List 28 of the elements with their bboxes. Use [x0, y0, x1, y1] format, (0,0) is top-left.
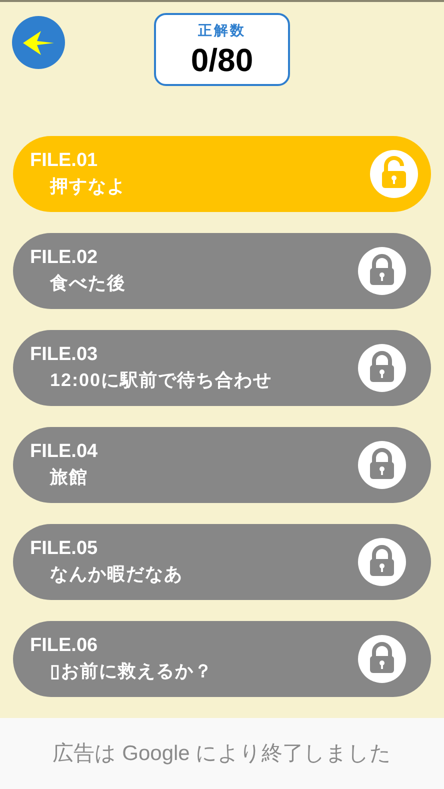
file-number: FILE.01	[30, 149, 99, 173]
score-value: 0/80	[190, 41, 254, 79]
file-title: ▯お前に救えるか？	[49, 660, 214, 683]
file-number: FILE.02	[30, 246, 99, 270]
file-title: 12:00に駅前で待ち合わせ	[49, 369, 274, 392]
file-item[interactable]: FILE.02 食べた後	[13, 233, 431, 309]
unlocked-padlock-icon	[370, 150, 418, 198]
padlock-icon	[358, 635, 406, 683]
file-item[interactable]: FILE.04 旅館	[13, 427, 431, 503]
file-item[interactable]: FILE.06 ▯お前に救えるか？	[13, 621, 431, 697]
file-number: FILE.05	[30, 537, 99, 561]
score-label: 正解数	[198, 21, 246, 40]
padlock-icon	[358, 344, 406, 392]
padlock-icon	[358, 538, 406, 586]
back-button[interactable]	[12, 16, 65, 69]
file-number: FILE.04	[30, 440, 99, 464]
file-title: 押すなよ	[48, 175, 127, 198]
back-arrow-icon	[22, 30, 54, 56]
file-title: なんか暇だなあ	[49, 563, 184, 586]
file-title: 旅館	[48, 466, 89, 489]
file-item[interactable]: FILE.03 12:00に駅前で待ち合わせ	[13, 330, 431, 406]
file-item[interactable]: FILE.05 なんか暇だなあ	[13, 524, 431, 600]
file-number: FILE.06	[30, 634, 99, 658]
file-number: FILE.03	[30, 343, 99, 367]
padlock-icon	[358, 441, 406, 489]
ad-text: 広告は Google により終了しました	[52, 740, 392, 767]
padlock-icon	[358, 247, 406, 295]
file-title: 食べた後	[48, 272, 127, 295]
